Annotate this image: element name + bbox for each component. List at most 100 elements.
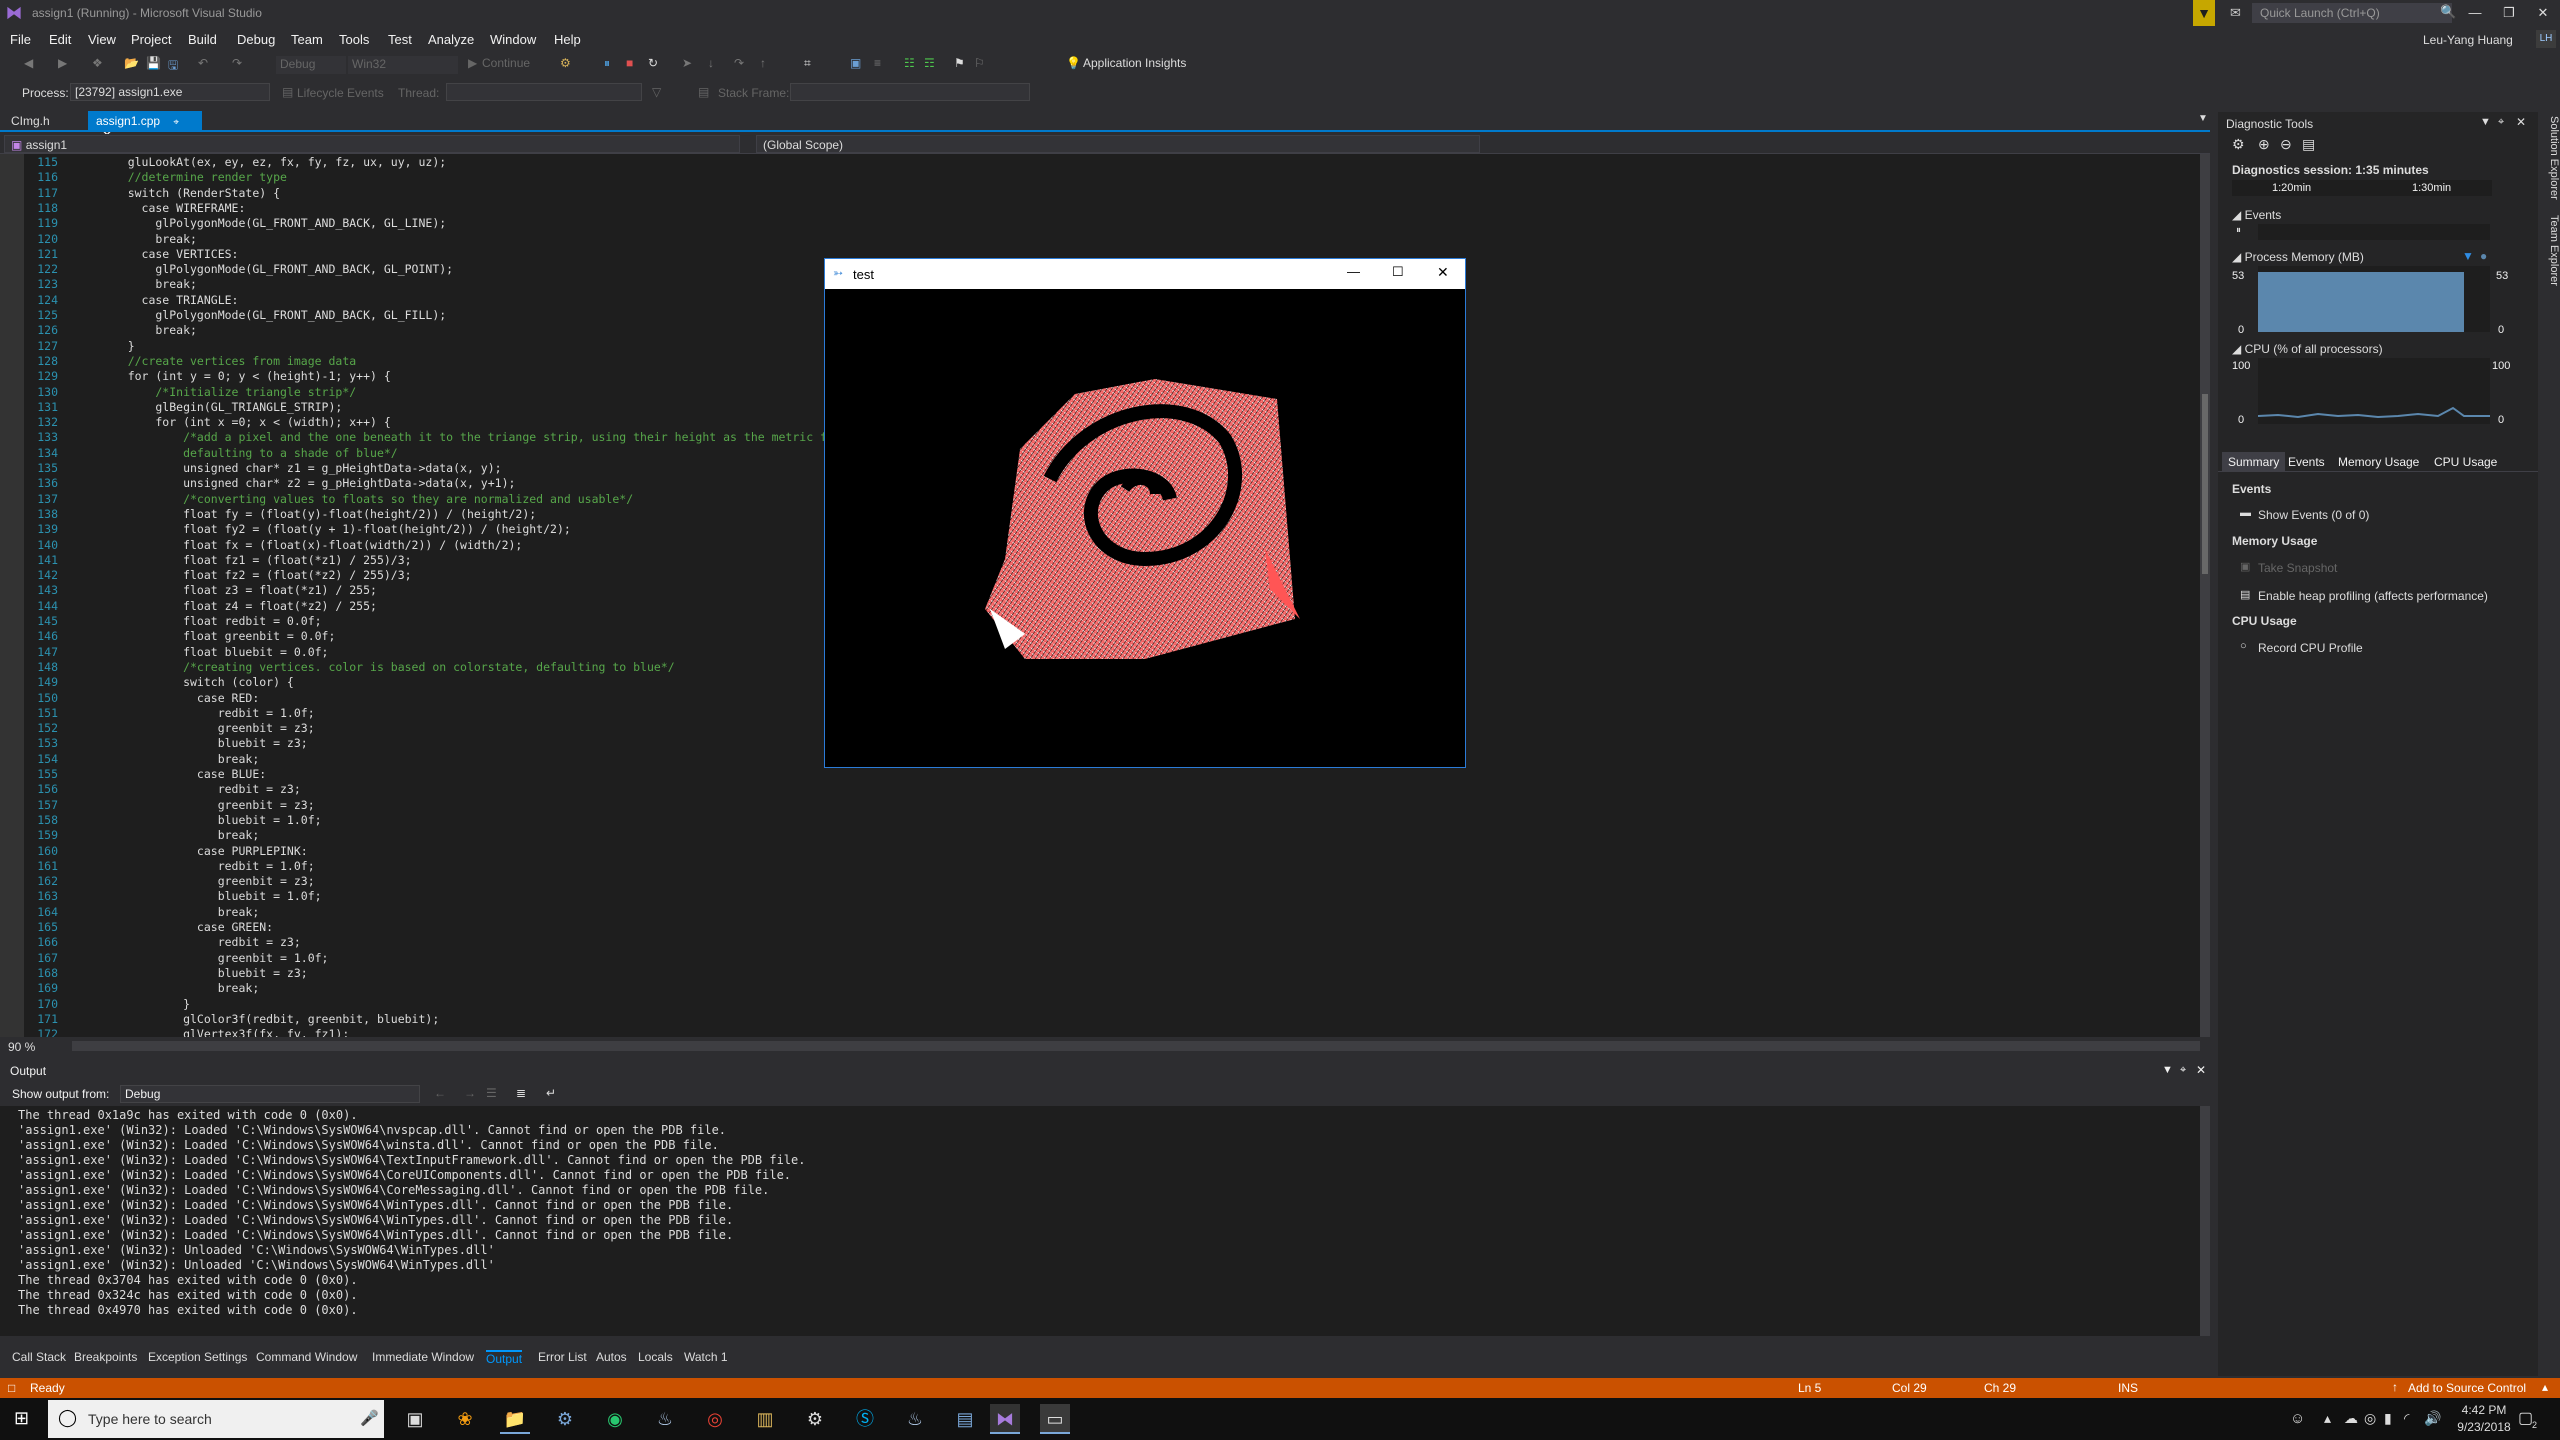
process-memory-label[interactable]: ◢ Process Memory (MB) [2232, 250, 2364, 264]
filter-icon[interactable]: ▽ [652, 85, 661, 99]
tab-watch-1[interactable]: Watch 1 [684, 1350, 728, 1364]
stack-frame-select[interactable] [790, 83, 1030, 101]
tab-exception-settings[interactable]: Exception Settings [148, 1350, 247, 1364]
clock-time[interactable]: 4:42 PM [2454, 1403, 2514, 1417]
step-over-icon[interactable]: ↷ [734, 56, 748, 70]
output-text-area[interactable]: The thread 0x1a9c has exited with code 0… [0, 1106, 2210, 1336]
step-out-icon[interactable]: ↑ [760, 56, 774, 70]
taskbar-search-box[interactable]: ◯ Type here to search 🎤 [48, 1400, 384, 1438]
network-icon[interactable]: ◎ [2364, 1410, 2376, 1427]
media-app-icon[interactable]: ▤ [950, 1404, 980, 1434]
user-name[interactable]: Leu-Yang Huang [2423, 33, 2513, 47]
code-line[interactable]: 161 redbit = 1.0f; [0, 859, 2200, 874]
file-manager-icon[interactable]: ▥ [750, 1404, 780, 1434]
project-select[interactable]: ▣ assign1 [4, 135, 740, 153]
menu-build[interactable]: Build [188, 32, 217, 47]
wifi-icon[interactable]: ◜ [2404, 1410, 2409, 1427]
prev-bookmark-icon[interactable]: ⚐ [974, 56, 988, 70]
test-maximize-button[interactable]: ☐ [1392, 264, 1404, 280]
menu-window[interactable]: Window [490, 32, 536, 47]
code-line[interactable]: 164 break; [0, 905, 2200, 920]
code-line[interactable]: 168 bluebit = z3; [0, 966, 2200, 981]
code-line[interactable]: 119 glPolygonMode(GL_FRONT_AND_BACK, GL_… [0, 216, 2200, 231]
test-app-window[interactable]: ➳ test — ☐ ✕ [824, 258, 1466, 768]
memory-chart[interactable] [2258, 266, 2490, 332]
settings-gear-icon[interactable]: ⚙ [2232, 136, 2245, 153]
menu-debug[interactable]: Debug [237, 32, 275, 47]
restart-icon[interactable]: ↻ [648, 56, 662, 70]
menu-tools[interactable]: Tools [339, 32, 369, 47]
test-window-titlebar[interactable]: ➳ test — ☐ ✕ [825, 259, 1465, 289]
feedback-icon[interactable]: ✉ [2230, 5, 2241, 21]
tab-locals[interactable]: Locals [638, 1350, 673, 1364]
save-all-icon[interactable]: 🖫 [168, 56, 182, 72]
steam-icon[interactable]: ♨ [650, 1404, 680, 1434]
output-close-icon[interactable]: ✕ [2196, 1063, 2206, 1077]
cpu-chart[interactable] [2257, 358, 2490, 424]
menu-project[interactable]: Project [131, 32, 171, 47]
restore-button[interactable]: ❐ [2492, 0, 2526, 26]
panel-pin-icon[interactable]: ⌖ [2498, 116, 2504, 129]
scope-select[interactable]: (Global Scope) [756, 135, 1480, 153]
menu-test[interactable]: Test [388, 32, 412, 47]
code-line[interactable]: 163 bluebit = 1.0f; [0, 889, 2200, 904]
code-line[interactable]: 159 break; [0, 828, 2200, 843]
chrome-icon[interactable]: ◎ [700, 1404, 730, 1434]
task-view-icon[interactable]: ▣ [400, 1404, 430, 1434]
microphone-icon[interactable]: 🎤 [360, 1409, 379, 1427]
take-snapshot-button[interactable]: Take Snapshot [2258, 561, 2337, 575]
gear-app-icon[interactable]: ⚙ [800, 1404, 830, 1434]
zoom-level[interactable]: 90 % [8, 1040, 35, 1054]
undo-icon[interactable]: ↶ [198, 56, 212, 70]
code-line[interactable]: 171 glColor3f(redbit, greenbit, bluebit)… [0, 1012, 2200, 1027]
hex-display-icon[interactable]: ⌗ [804, 56, 818, 70]
show-next-statement-icon[interactable]: ➤ [682, 56, 696, 70]
clock-date[interactable]: 9/23/2018 [2446, 1420, 2522, 1434]
tab-overflow-icon[interactable]: ▼ [2198, 113, 2208, 124]
panel-menu-icon[interactable]: ▼ [2480, 116, 2491, 128]
show-hidden-icons[interactable]: ▴ [2324, 1410, 2331, 1427]
config-select[interactable]: Debug [276, 56, 346, 74]
add-to-source-control-button[interactable]: Add to Source Control [2408, 1381, 2526, 1395]
tab-immediate-window[interactable]: Immediate Window [372, 1350, 474, 1364]
visual-studio-taskbar-icon[interactable]: ⧓ [990, 1404, 1020, 1434]
pause-icon[interactable]: ⏸ [604, 56, 618, 70]
menu-help[interactable]: Help [554, 32, 581, 47]
platform-select[interactable]: Win32 [348, 56, 458, 74]
word-wrap-icon[interactable]: ↵ [546, 1086, 556, 1100]
settings-app-icon[interactable]: ⚙ [550, 1404, 580, 1434]
code-line[interactable]: 170 } [0, 997, 2200, 1012]
continue-play-icon[interactable]: ▶ [468, 56, 477, 74]
events-section-label[interactable]: ◢ Events [2232, 208, 2281, 222]
editor-horizontal-scrollbar[interactable] [72, 1041, 2200, 1051]
show-events-link[interactable]: Show Events (0 of 0) [2258, 508, 2369, 522]
menu-file[interactable]: File [10, 32, 31, 47]
menu-analyze[interactable]: Analyze [428, 32, 474, 47]
goto-prev-message-icon[interactable]: ← [434, 1086, 446, 1100]
tab-memory-usage[interactable]: Memory Usage [2338, 455, 2419, 469]
output-scrollbar[interactable] [2200, 1106, 2210, 1336]
code-line[interactable]: 115 gluLookAt(ex, ey, ez, fx, fy, fz, ux… [0, 155, 2200, 170]
open-file-icon[interactable]: 📂 [124, 56, 139, 70]
reset-zoom-icon[interactable]: ▤ [2302, 136, 2315, 153]
onedrive-icon[interactable]: ☁ [2344, 1410, 2358, 1427]
stop-icon[interactable]: ■ [626, 56, 640, 70]
breakpoint-margin[interactable] [0, 154, 24, 1037]
comment-icon[interactable]: ☷ [904, 56, 918, 70]
battery-icon[interactable]: ▮ [2384, 1410, 2392, 1427]
record-cpu-profile-button[interactable]: Record CPU Profile [2258, 641, 2363, 655]
scrollbar-thumb[interactable] [2202, 394, 2208, 574]
goto-next-message-icon[interactable]: → [464, 1086, 476, 1100]
zoom-in-icon[interactable]: ⊕ [2258, 136, 2270, 153]
test-close-button[interactable]: ✕ [1437, 264, 1449, 281]
menu-team[interactable]: Team [291, 32, 323, 47]
action-center-icon[interactable]: ▢ [2518, 1408, 2533, 1428]
attach-icon[interactable]: ⚙ [560, 56, 574, 70]
thread-select[interactable] [446, 83, 642, 101]
tab-events[interactable]: Events [2288, 455, 2325, 469]
code-line[interactable]: 116 //determine render type [0, 170, 2200, 185]
pin-icon[interactable]: ⌖ [173, 117, 179, 128]
heightmap-render[interactable] [825, 289, 1465, 767]
close-button[interactable]: ✕ [2526, 0, 2560, 26]
people-icon[interactable]: ☺ [2290, 1410, 2305, 1427]
